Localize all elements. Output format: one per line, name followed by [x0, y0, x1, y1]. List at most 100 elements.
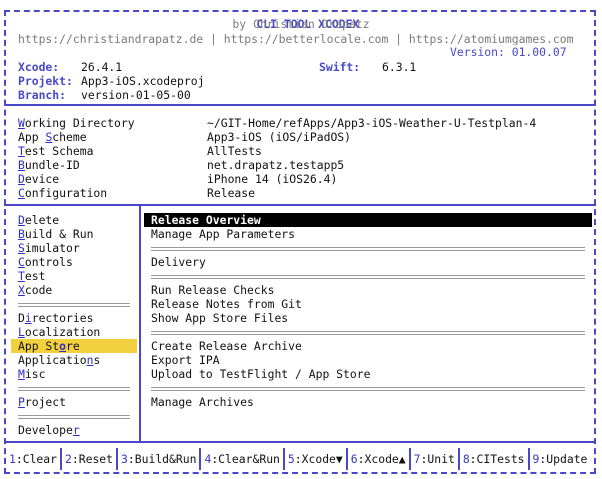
fkey-1-button[interactable]: 1:Clear [6, 448, 63, 470]
divider-menu-footer [4, 441, 596, 443]
submenu-item-upload-to-testflight-app-store[interactable]: Upload to TestFlight / App Store [151, 367, 370, 381]
fkey-label: :Xcode▼ [294, 452, 343, 466]
label-text: Applicatio [18, 353, 87, 367]
hotkey-letter: B [18, 227, 25, 241]
config-item-bundle-id[interactable]: Bundle-ID [18, 158, 80, 172]
menu-separator [18, 303, 130, 307]
menu-item-localization[interactable]: Localization [18, 325, 100, 339]
submenu-item-release-overview[interactable]: Release Overview [151, 213, 261, 227]
fkey-label: :Clear [15, 452, 58, 466]
label-text: code [24, 283, 53, 297]
label-text: ocalization [24, 325, 101, 339]
config-value: ~/GIT-Home/refApps/App3-iOS-Weather-U-Te… [207, 116, 537, 130]
submenu-item-manage-archives[interactable]: Manage Archives [151, 395, 254, 409]
links-line[interactable]: https://christiandrapatz.de | https://be… [18, 32, 573, 46]
fkey-number: 7 [413, 452, 421, 466]
fkey-number: 5 [287, 452, 295, 466]
fkey-2-button[interactable]: 2:Reset [62, 448, 119, 470]
label-text: App St [18, 339, 60, 353]
label-text: re [66, 339, 80, 353]
menu-item-developer[interactable]: Developer [18, 423, 80, 437]
fkey-9-button[interactable]: 9:Update [530, 448, 591, 470]
label-text: s [93, 353, 101, 367]
hotkey-letter: W [18, 116, 25, 130]
label-text: ontrols [24, 255, 73, 269]
label-text: App [18, 130, 46, 144]
hotkey-letter: r [72, 423, 80, 437]
submenu-separator [151, 331, 585, 335]
label-text: cheme [52, 130, 87, 144]
hotkey-letter: D [18, 172, 25, 186]
config-item-test-schema[interactable]: Test Schema [18, 144, 93, 158]
xcode-label: Xcode: [18, 60, 60, 74]
label-text: orking Directory [24, 116, 135, 130]
author-line: by Christian Drapatz [232, 17, 370, 31]
submenu-separator [151, 387, 585, 391]
fkey-label: :CITests [469, 452, 525, 466]
menu-item-applications[interactable]: Applications [18, 353, 100, 367]
submenu-item-export-ipa[interactable]: Export IPA [151, 353, 220, 367]
submenu-item-show-app-store-files[interactable]: Show App Store Files [151, 311, 288, 325]
menu-item-project[interactable]: Project [18, 395, 66, 409]
config-value: Release [207, 186, 256, 200]
hotkey-letter: M [18, 367, 25, 381]
menu-separator [18, 387, 130, 391]
hotkey-letter: D [18, 213, 25, 227]
config-item-working-directory[interactable]: Working Directory [18, 116, 135, 130]
menu-item-misc[interactable]: Misc [18, 367, 45, 381]
fkey-4-button[interactable]: 4:Clear&Run [201, 448, 285, 470]
menu-item-test[interactable]: Test [18, 269, 45, 283]
fkey-number: 1 [9, 452, 16, 466]
menu-item-xcode[interactable]: Xcode [18, 283, 52, 297]
fkey-7-button[interactable]: 7:Unit [411, 448, 460, 470]
hotkey-letter: i [24, 311, 32, 325]
menu-item-build-run[interactable]: Build & Run [18, 227, 93, 241]
label-text: roject [24, 395, 67, 409]
hotkey-letter: T [18, 144, 25, 158]
hotkey-letter: C [18, 255, 25, 269]
hotkey-letter: o [59, 339, 67, 353]
label-text: isc [24, 367, 46, 381]
config-item-configuration[interactable]: Configuration [18, 186, 107, 200]
projekt-label: Projekt: [18, 74, 73, 88]
fkey-label: :Clear&Run [211, 452, 280, 466]
config-value: net.drapatz.testapp5 [207, 158, 345, 172]
label-text: undle-ID [24, 158, 80, 172]
menu-item-app-store[interactable]: App Store [18, 339, 80, 353]
label-text: est Schema [24, 144, 94, 158]
config-item-appscheme[interactable]: App Scheme [18, 130, 87, 144]
hotkey-letter: P [18, 395, 25, 409]
submenu-item-manage-app-parameters[interactable]: Manage App Parameters [151, 227, 295, 241]
fkey-number: 3 [121, 452, 128, 466]
fkey-8-button[interactable]: 8:CITests [460, 448, 530, 470]
menu-item-simulator[interactable]: Simulator [18, 241, 80, 255]
config-item-device[interactable]: Device [18, 172, 59, 186]
submenu-separator [151, 275, 585, 279]
label-text: rectories [31, 311, 94, 325]
submenu-item-release-notes-from-git[interactable]: Release Notes from Git [151, 297, 302, 311]
hotkey-letter: T [18, 269, 25, 283]
fkey-6-button[interactable]: 6:Xcode▲ [348, 448, 411, 470]
fkey-label: :Update [539, 452, 588, 466]
config-value: App3-iOS (iOS/iPadOS) [207, 130, 352, 144]
label-text: D [18, 311, 25, 325]
submenu-separator [151, 247, 585, 251]
config-value: iPhone 14 (iOS26.4) [207, 172, 338, 186]
branch-value: version-01-05-00 [81, 88, 191, 102]
config-value: AllTests [207, 144, 262, 158]
menu-item-directories[interactable]: Directories [18, 311, 93, 325]
label-text: onfiguration [24, 186, 108, 200]
menu-item-controls[interactable]: Controls [18, 255, 73, 269]
label-text: imulator [24, 241, 80, 255]
submenu-item-create-release-archive[interactable]: Create Release Archive [151, 339, 302, 353]
fkey-3-button[interactable]: 3:Build&Run [118, 448, 202, 470]
label-text: evice [24, 172, 60, 186]
divider-info-config [4, 104, 596, 106]
divider-config-menu [4, 204, 596, 206]
fkey-5-button[interactable]: 5:Xcode▼ [285, 448, 348, 470]
submenu-item-run-release-checks[interactable]: Run Release Checks [151, 283, 274, 297]
version-label: Version: 01.00.07 [448, 45, 569, 59]
menu-item-delete[interactable]: Delete [18, 213, 59, 227]
label-text: est [24, 269, 46, 283]
submenu-item-delivery[interactable]: Delivery [151, 255, 206, 269]
